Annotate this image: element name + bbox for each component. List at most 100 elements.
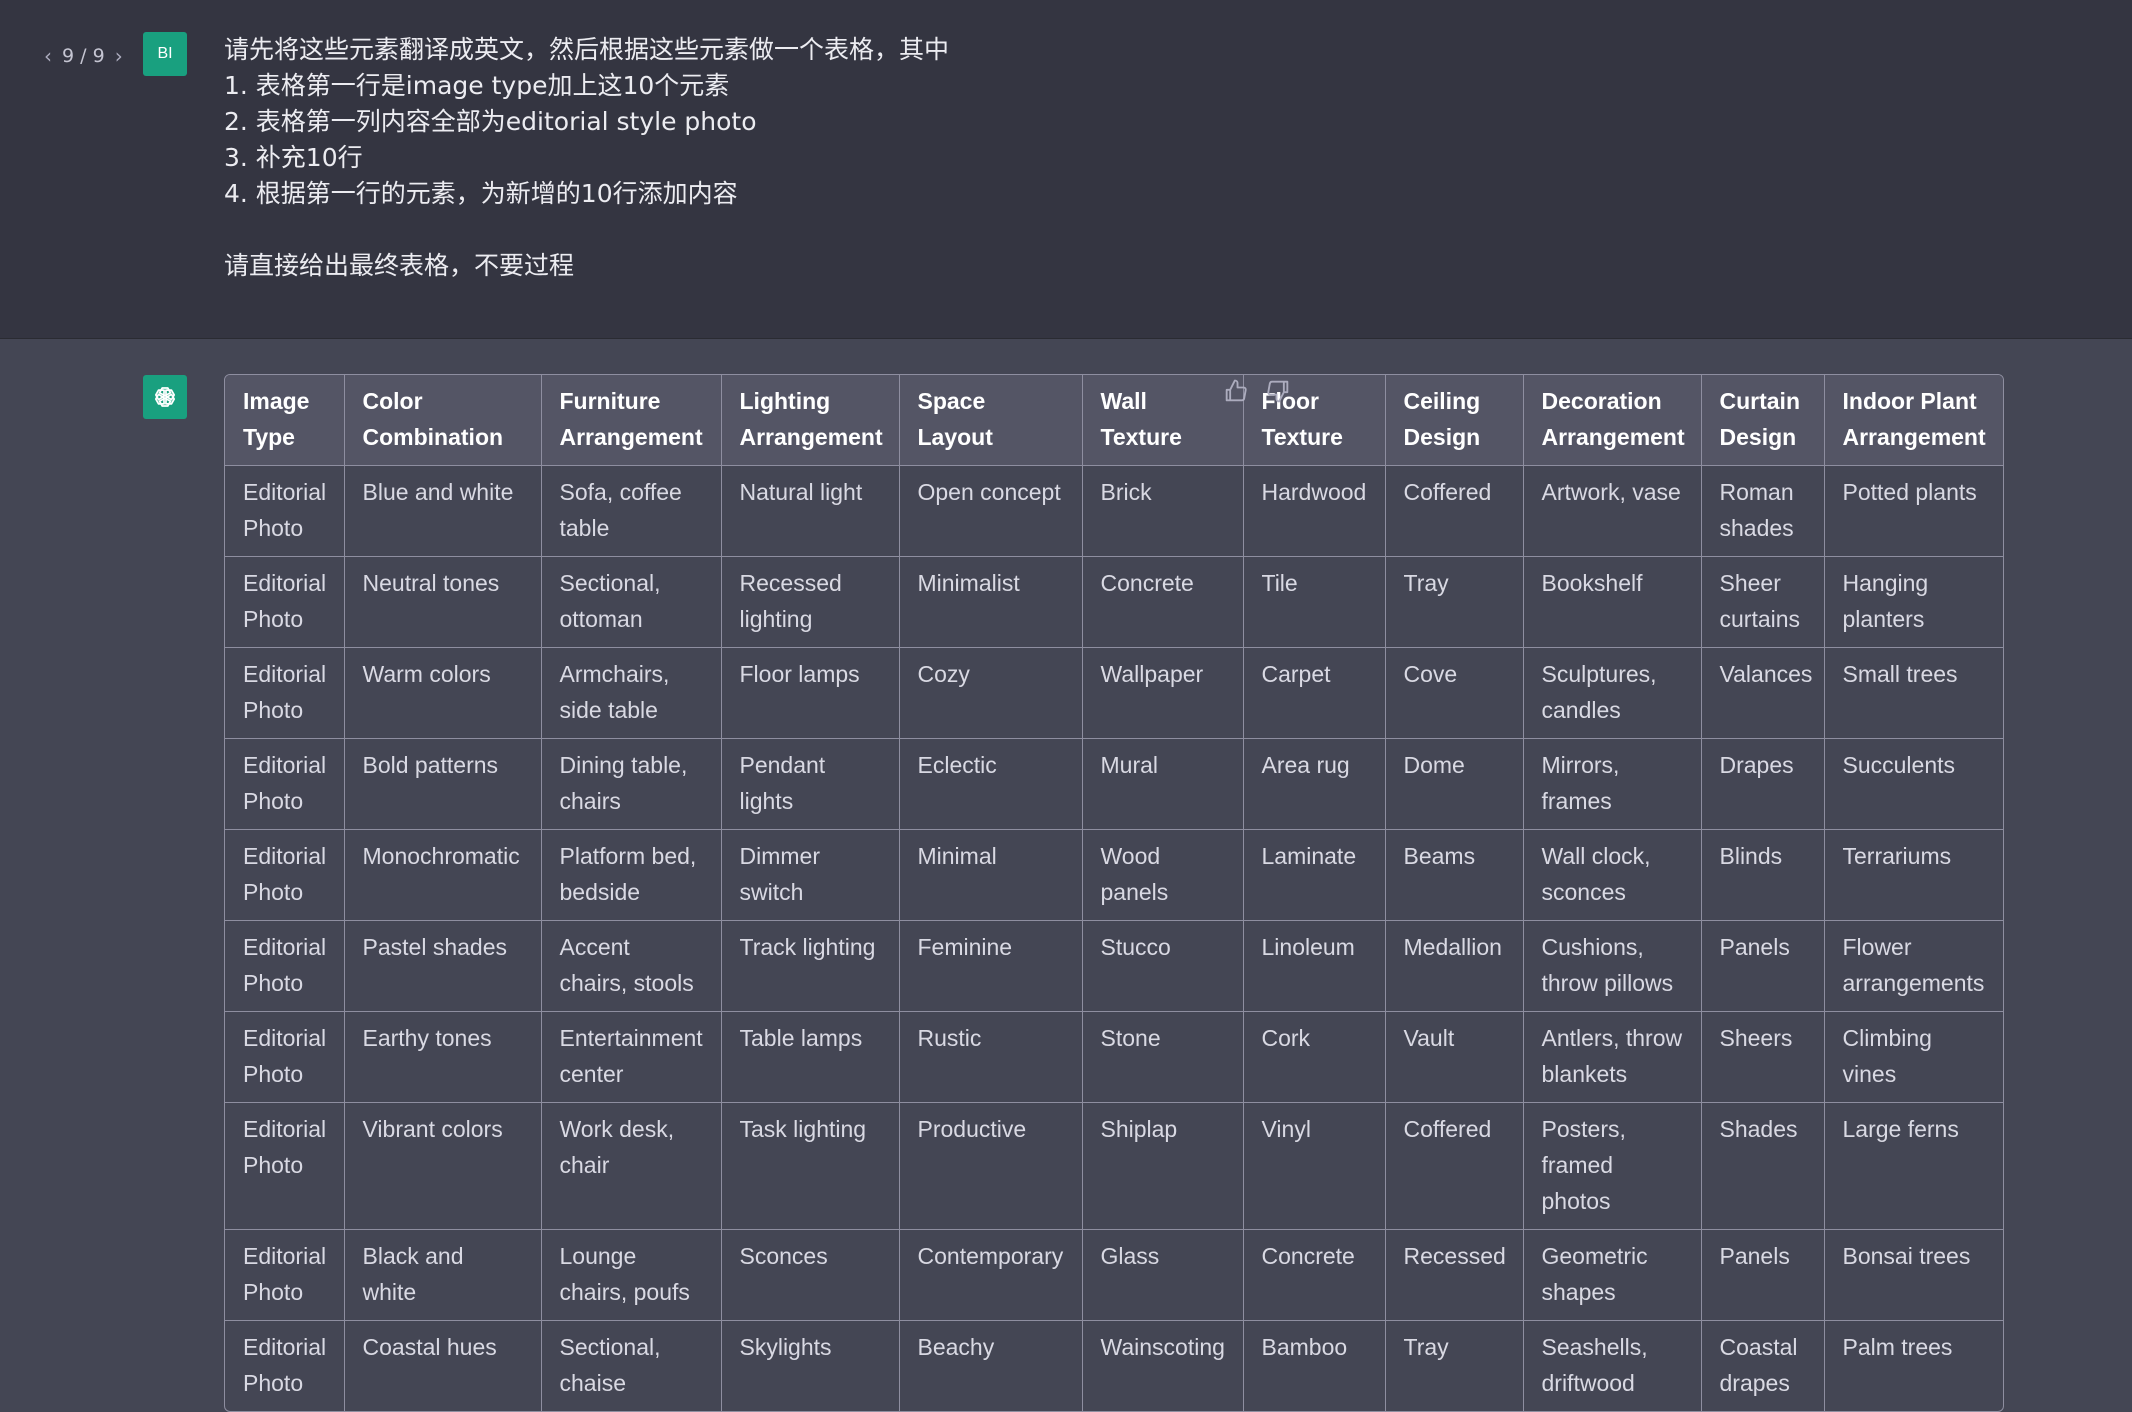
table-cell: Shiplap	[1081, 1102, 1244, 1230]
table-cell: Potted plants	[1823, 465, 2003, 557]
chevron-right-icon[interactable]: ›	[115, 44, 123, 68]
table-cell: Wallpaper	[1081, 647, 1244, 739]
table-cell: Work desk, chair	[540, 1102, 722, 1230]
table-cell: Cozy	[898, 647, 1083, 739]
table-cell: Antlers, throw blankets	[1522, 1011, 1702, 1103]
table-row: Editorial Photo Black and white Lounge cha…	[225, 1229, 2003, 1321]
response-table: Image Type Color Combination Furniture Arr…	[225, 375, 2003, 1411]
table-cell: Sheer curtains	[1700, 556, 1825, 648]
table-cell: Floor lamps	[720, 647, 900, 739]
table-cell: Glass	[1081, 1229, 1244, 1321]
table-cell: Platform bed, bedside	[540, 829, 722, 921]
table-cell: Coffered	[1384, 1102, 1524, 1230]
prompt-text: 请先将这些元素翻译成英文，然后根据这些元素做一个表格，其中 1. 表格第一行是im…	[224, 32, 1524, 284]
table-cell: Hanging planters	[1823, 556, 2003, 648]
table-cell: Drapes	[1700, 738, 1825, 830]
table-cell: Palm trees	[1823, 1320, 2003, 1411]
table-cell: Panels	[1700, 920, 1825, 1012]
table-row: Editorial Photo Monochromatic Platform bed…	[225, 829, 2003, 921]
table-cell: Open concept	[898, 465, 1083, 557]
table-header-cell: Color Combination	[343, 375, 542, 466]
table-cell: Vibrant colors	[343, 1102, 542, 1230]
table-cell: Small trees	[1823, 647, 2003, 739]
table-cell: Valances	[1700, 647, 1825, 739]
table-header-row: Image Type Color Combination Furniture Arr…	[225, 375, 2003, 466]
chevron-left-icon[interactable]: ‹	[44, 44, 52, 68]
table-cell: Table lamps	[720, 1011, 900, 1103]
table-cell: Climbing vines	[1823, 1011, 2003, 1103]
table-cell: Lounge chairs, poufs	[540, 1229, 722, 1321]
table-cell: Bold patterns	[343, 738, 542, 830]
table-cell: Concrete	[1242, 1229, 1386, 1321]
table-cell: Coastal hues	[343, 1320, 542, 1411]
table-header-cell: Lighting Arrangement	[720, 375, 900, 466]
user-avatar: BI	[143, 32, 187, 76]
table-cell: Wall clock, sconces	[1522, 829, 1702, 921]
pager-text: 9 / 9	[62, 45, 105, 67]
table-cell: Coastal drapes	[1700, 1320, 1825, 1411]
table-cell: Posters, framed photos	[1522, 1102, 1702, 1230]
table-cell: Cove	[1384, 647, 1524, 739]
table-cell: Contemporary	[898, 1229, 1083, 1321]
table-cell: Skylights	[720, 1320, 900, 1411]
prompt-line: 2. 表格第一列内容全部为editorial style photo	[224, 107, 757, 136]
table-header-cell: Ceiling Design	[1384, 375, 1524, 466]
table-cell: Hardwood	[1242, 465, 1386, 557]
table-row: Editorial Photo Pastel shades Accent chair…	[225, 920, 2003, 1012]
table-cell: Entertainment center	[540, 1011, 722, 1103]
table-cell: Beams	[1384, 829, 1524, 921]
table-cell: Pastel shades	[343, 920, 542, 1012]
table-cell: Vinyl	[1242, 1102, 1386, 1230]
table-header-cell: Space Layout	[898, 375, 1083, 466]
table-cell: Beachy	[898, 1320, 1083, 1411]
table-header-cell: Image Type	[225, 375, 345, 466]
table-cell: Wainscoting	[1081, 1320, 1244, 1411]
table-cell: Editorial Photo	[225, 1229, 345, 1321]
table-cell: Linoleum	[1242, 920, 1386, 1012]
user-avatar-initials: BI	[157, 45, 173, 62]
table-cell: Tray	[1384, 1320, 1524, 1411]
table-cell: Rustic	[898, 1011, 1083, 1103]
table-cell: Minimal	[898, 829, 1083, 921]
prompt-line: 4. 根据第一行的元素，为新增的10行添加内容	[224, 179, 738, 208]
user-message: ‹ 9 / 9 › BI 请先将这些元素翻译成英文，然后根据这些元素做一个表格，…	[0, 0, 2132, 339]
table-cell: Area rug	[1242, 738, 1386, 830]
table-cell: Track lighting	[720, 920, 900, 1012]
table-cell: Bamboo	[1242, 1320, 1386, 1411]
table-cell: Sectional, chaise	[540, 1320, 722, 1411]
table-cell: Sculptures, candles	[1522, 647, 1702, 739]
table-cell: Tray	[1384, 556, 1524, 648]
table-row: Editorial Photo Neutral tones Sectional, o…	[225, 556, 2003, 648]
table-cell: Editorial Photo	[225, 1011, 345, 1103]
table-cell: Shades	[1700, 1102, 1825, 1230]
table-cell: Dimmer switch	[720, 829, 900, 921]
table-cell: Roman shades	[1700, 465, 1825, 557]
table-cell: Sconces	[720, 1229, 900, 1321]
openai-logo-icon	[154, 387, 176, 407]
table-header-cell: Indoor Plant Arrangement	[1823, 375, 2003, 466]
table-cell: Earthy tones	[343, 1011, 542, 1103]
table-cell: Flower arrangements	[1823, 920, 2003, 1012]
table-body: Editorial Photo Blue and white Sofa, coffe…	[225, 465, 2003, 1411]
table-cell: Monochromatic	[343, 829, 542, 921]
table-row: Editorial Photo Vibrant colors Work desk, …	[225, 1102, 2003, 1230]
table-cell: Editorial Photo	[225, 920, 345, 1012]
table-cell: Editorial Photo	[225, 647, 345, 739]
table-cell: Editorial Photo	[225, 1320, 345, 1411]
table-cell: Dining table, chairs	[540, 738, 722, 830]
response-pager: ‹ 9 / 9 ›	[44, 42, 123, 70]
table-cell: Succulents	[1823, 738, 2003, 830]
table-cell: Warm colors	[343, 647, 542, 739]
table-cell: Cork	[1242, 1011, 1386, 1103]
table-cell: Stone	[1081, 1011, 1244, 1103]
table-cell: Natural light	[720, 465, 900, 557]
table-cell: Cushions, throw pillows	[1522, 920, 1702, 1012]
table-cell: Terrariums	[1823, 829, 2003, 921]
thumbs-up-icon[interactable]	[1222, 377, 1250, 405]
assistant-avatar	[143, 375, 187, 419]
table-cell: Editorial Photo	[225, 465, 345, 557]
table-cell: Artwork, vase	[1522, 465, 1702, 557]
table-cell: Editorial Photo	[225, 738, 345, 830]
table-cell: Sheers	[1700, 1011, 1825, 1103]
thumbs-down-icon[interactable]	[1264, 377, 1292, 405]
